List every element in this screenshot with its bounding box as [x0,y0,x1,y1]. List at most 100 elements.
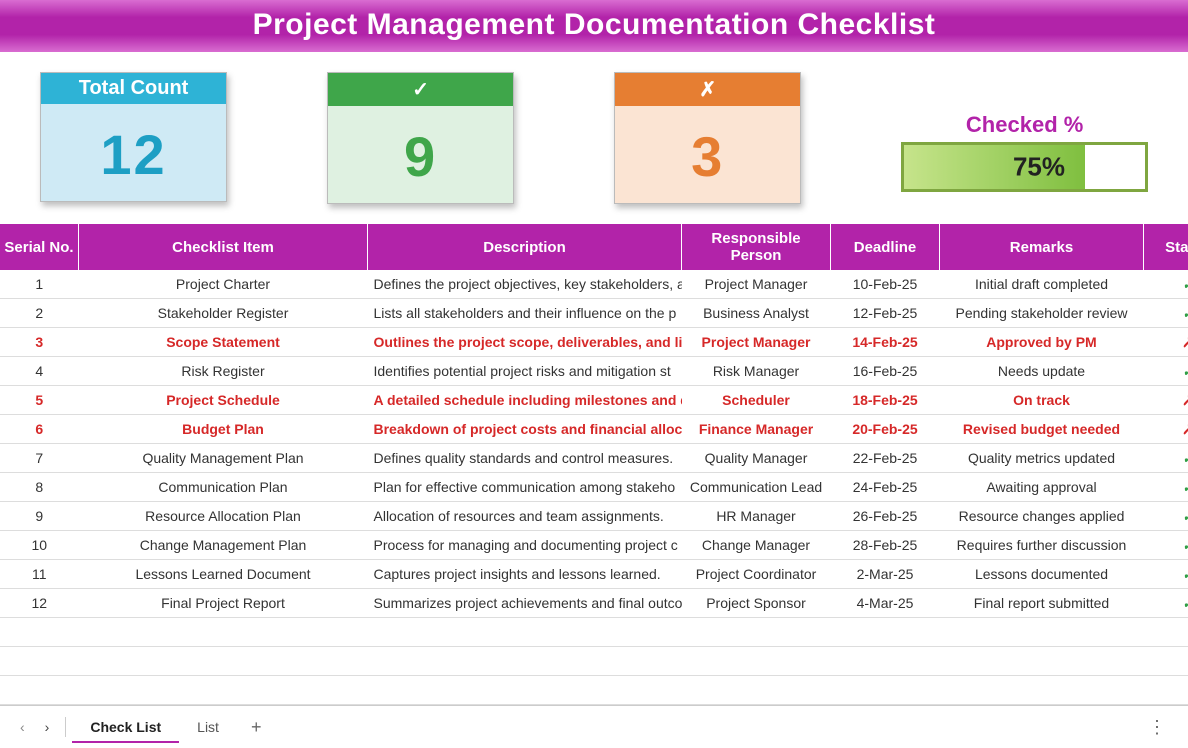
status-check-icon[interactable]: ✓ [1144,502,1188,531]
cell-deadline[interactable]: 20-Feb-25 [831,415,940,444]
status-check-icon[interactable]: ✓ [1144,531,1188,560]
status-cross-icon[interactable]: ✗ [1144,415,1188,444]
cell-item[interactable]: Budget Plan [79,415,368,444]
empty-cell[interactable] [368,647,682,676]
cell-serial[interactable]: 6 [0,415,79,444]
cell-item[interactable]: Final Project Report [79,589,368,618]
cell-item[interactable]: Stakeholder Register [79,299,368,328]
table-row[interactable]: 3Scope StatementOutlines the project sco… [0,328,1188,357]
cell-responsible[interactable]: Risk Manager [682,357,831,386]
empty-cell[interactable] [368,676,682,705]
cell-responsible[interactable]: Finance Manager [682,415,831,444]
cell-description[interactable]: Plan for effective communication among s… [368,473,682,502]
empty-row[interactable] [0,618,1188,647]
cell-description[interactable]: Captures project insights and lessons le… [368,560,682,589]
cell-remarks[interactable]: Revised budget needed [940,415,1144,444]
sheet-menu-button[interactable]: ⋮ [1138,713,1178,742]
cell-deadline[interactable]: 14-Feb-25 [831,328,940,357]
empty-cell[interactable] [79,676,368,705]
cell-deadline[interactable]: 4-Mar-25 [831,589,940,618]
empty-cell[interactable] [940,676,1144,705]
cell-responsible[interactable]: HR Manager [682,502,831,531]
cell-serial[interactable]: 11 [0,560,79,589]
add-sheet-button[interactable]: + [237,713,276,742]
prev-sheet-button[interactable]: ‹ [10,715,35,739]
cell-description[interactable]: Lists all stakeholders and their influen… [368,299,682,328]
status-check-icon[interactable]: ✓ [1144,357,1188,386]
col-description[interactable]: Description [368,224,682,270]
cell-deadline[interactable]: 16-Feb-25 [831,357,940,386]
cell-deadline[interactable]: 2-Mar-25 [831,560,940,589]
cell-remarks[interactable]: Lessons documented [940,560,1144,589]
table-row[interactable]: 9Resource Allocation PlanAllocation of r… [0,502,1188,531]
table-row[interactable]: 10Change Management PlanProcess for mana… [0,531,1188,560]
cell-deadline[interactable]: 12-Feb-25 [831,299,940,328]
cell-item[interactable]: Lessons Learned Document [79,560,368,589]
table-row[interactable]: 7Quality Management PlanDefines quality … [0,444,1188,473]
tab-checklist[interactable]: Check List [72,713,179,743]
cell-item[interactable]: Change Management Plan [79,531,368,560]
table-row[interactable]: 12Final Project ReportSummarizes project… [0,589,1188,618]
cell-remarks[interactable]: Initial draft completed [940,270,1144,299]
table-row[interactable]: 11Lessons Learned DocumentCaptures proje… [0,560,1188,589]
status-cross-icon[interactable]: ✗ [1144,386,1188,415]
cell-serial[interactable]: 9 [0,502,79,531]
cell-serial[interactable]: 10 [0,531,79,560]
cell-responsible[interactable]: Project Manager [682,328,831,357]
cell-remarks[interactable]: Approved by PM [940,328,1144,357]
status-cross-icon[interactable]: ✗ [1144,328,1188,357]
cell-remarks[interactable]: Quality metrics updated [940,444,1144,473]
cell-deadline[interactable]: 24-Feb-25 [831,473,940,502]
cell-item[interactable]: Communication Plan [79,473,368,502]
empty-cell[interactable] [682,618,831,647]
cell-remarks[interactable]: Final report submitted [940,589,1144,618]
cell-description[interactable]: Summarizes project achievements and fina… [368,589,682,618]
empty-cell[interactable] [0,618,79,647]
empty-cell[interactable] [79,618,368,647]
table-row[interactable]: 6Budget PlanBreakdown of project costs a… [0,415,1188,444]
cell-remarks[interactable]: On track [940,386,1144,415]
table-row[interactable]: 4Risk RegisterIdentifies potential proje… [0,357,1188,386]
cell-description[interactable]: Defines the project objectives, key stak… [368,270,682,299]
cell-description[interactable]: Breakdown of project costs and financial… [368,415,682,444]
col-remarks[interactable]: Remarks [940,224,1144,270]
empty-cell[interactable] [1144,618,1188,647]
cell-remarks[interactable]: Pending stakeholder review [940,299,1144,328]
cell-remarks[interactable]: Requires further discussion [940,531,1144,560]
cell-serial[interactable]: 12 [0,589,79,618]
cell-item[interactable]: Resource Allocation Plan [79,502,368,531]
empty-cell[interactable] [682,676,831,705]
cell-responsible[interactable]: Communication Lead [682,473,831,502]
cell-remarks[interactable]: Resource changes applied [940,502,1144,531]
empty-cell[interactable] [79,647,368,676]
cell-deadline[interactable]: 26-Feb-25 [831,502,940,531]
col-deadline[interactable]: Deadline [831,224,940,270]
cell-item[interactable]: Project Schedule [79,386,368,415]
empty-row[interactable] [0,647,1188,676]
cell-remarks[interactable]: Needs update [940,357,1144,386]
table-row[interactable]: 2Stakeholder RegisterLists all stakehold… [0,299,1188,328]
empty-cell[interactable] [831,647,940,676]
cell-deadline[interactable]: 22-Feb-25 [831,444,940,473]
cell-deadline[interactable]: 28-Feb-25 [831,531,940,560]
empty-cell[interactable] [368,618,682,647]
status-check-icon[interactable]: ✓ [1144,589,1188,618]
table-row[interactable]: 5Project ScheduleA detailed schedule inc… [0,386,1188,415]
empty-cell[interactable] [940,618,1144,647]
cell-item[interactable]: Risk Register [79,357,368,386]
cell-remarks[interactable]: Awaiting approval [940,473,1144,502]
status-check-icon[interactable]: ✓ [1144,473,1188,502]
table-row[interactable]: 1Project CharterDefines the project obje… [0,270,1188,299]
cell-serial[interactable]: 8 [0,473,79,502]
status-check-icon[interactable]: ✓ [1144,299,1188,328]
cell-serial[interactable]: 1 [0,270,79,299]
empty-row[interactable] [0,676,1188,705]
cell-serial[interactable]: 3 [0,328,79,357]
col-responsible[interactable]: Responsible Person [682,224,831,270]
status-check-icon[interactable]: ✓ [1144,270,1188,299]
status-check-icon[interactable]: ✓ [1144,560,1188,589]
empty-cell[interactable] [0,647,79,676]
cell-responsible[interactable]: Business Analyst [682,299,831,328]
empty-cell[interactable] [1144,676,1188,705]
cell-responsible[interactable]: Project Manager [682,270,831,299]
